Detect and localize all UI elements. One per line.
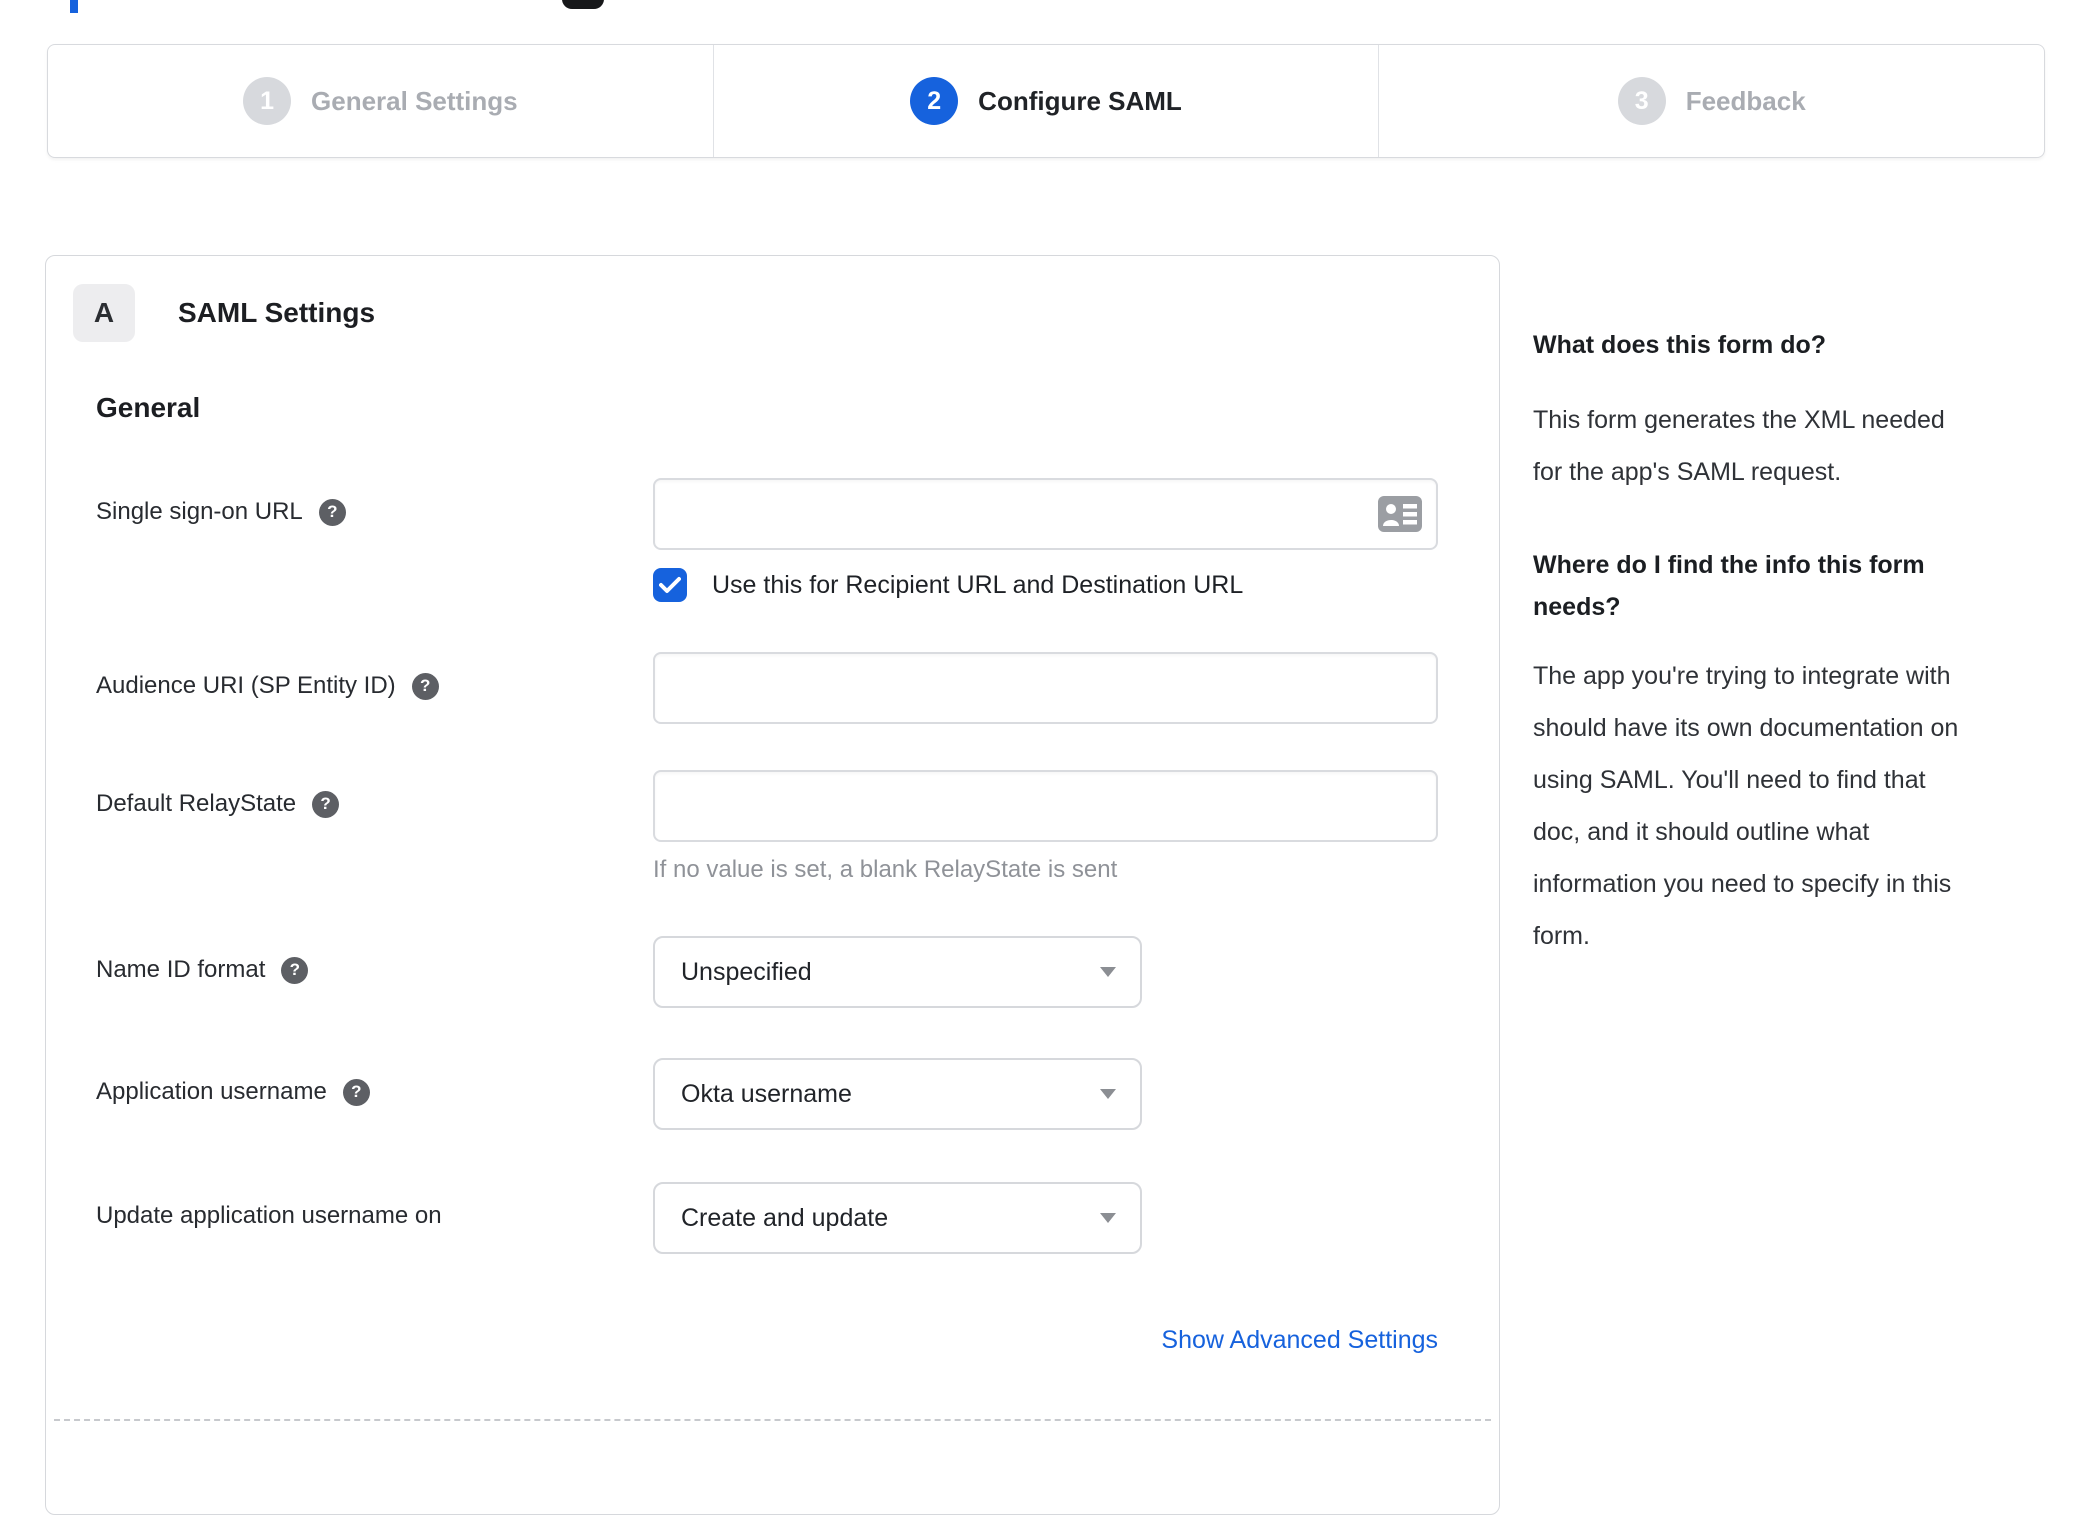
recipient-url-checkbox-label[interactable]: Use this for Recipient URL and Destinati… [712, 571, 1243, 600]
step-1-label: General Settings [311, 85, 518, 116]
step-2-number: 2 [910, 77, 959, 125]
default-relaystate-input[interactable] [653, 770, 1438, 842]
row-default-relaystate: Default RelayState ? [96, 770, 1472, 842]
help-question-2-line: needs? [1533, 593, 1621, 621]
chevron-down-icon [1100, 1089, 1116, 1099]
help-answer-2-line: should have its own documentation on [1533, 714, 1959, 742]
help-answer-2-line: The app you're trying to integrate with [1533, 662, 1951, 690]
help-question-1: What does this form do? [1533, 331, 1827, 359]
appuser-label: Application username [96, 1078, 327, 1105]
help-answer-2-line: using SAML. You'll need to find that [1533, 766, 1926, 794]
relay-label: Default RelayState [96, 790, 297, 817]
saml-settings-panel: A SAML Settings General Single sign-on U… [45, 255, 1500, 1515]
help-answer-1: This form generates the XML needed for t… [1533, 394, 2045, 498]
relay-control [653, 770, 1438, 842]
show-advanced-settings-link[interactable]: Show Advanced Settings [1161, 1326, 1438, 1354]
update-label-cell: Update application username on [96, 1182, 653, 1230]
sso-url-input[interactable] [653, 478, 1438, 550]
step-configure-saml[interactable]: 2 Configure SAML [712, 45, 1379, 157]
cropped-header-icon [562, 0, 604, 9]
cropped-header-accent [70, 0, 78, 13]
sso-label: Single sign-on URL [96, 498, 303, 525]
recipient-url-checkbox-row: Use this for Recipient URL and Destinati… [653, 568, 1472, 602]
audience-help-icon[interactable]: ? [411, 672, 439, 700]
application-username-value: Okta username [681, 1079, 852, 1108]
help-answer-2-line: information you need to specify in this [1533, 870, 1952, 898]
audience-label-cell: Audience URI (SP Entity ID) ? [96, 652, 653, 700]
nameid-control: Unspecified [653, 936, 1142, 1008]
row-update-application-username: Update application username on Create an… [96, 1182, 1472, 1254]
help-sidebar: What does this form do? This form genera… [1533, 330, 2045, 962]
chevron-down-icon [1100, 967, 1116, 977]
nameid-label: Name ID format [96, 956, 266, 983]
row-name-id-format: Name ID format ? Unspecified [96, 936, 1472, 1008]
general-group-heading: General [96, 392, 201, 423]
update-username-value: Create and update [681, 1203, 889, 1232]
row-audience-uri: Audience URI (SP Entity ID) ? [96, 652, 1472, 724]
sso-label-cell: Single sign-on URL ? [96, 478, 653, 526]
chevron-down-icon [1100, 1213, 1116, 1223]
row-application-username: Application username ? Okta username [96, 1058, 1472, 1130]
help-answer-2: The app you're trying to integrate with … [1533, 650, 2045, 962]
nameid-label-cell: Name ID format ? [96, 936, 653, 984]
audience-control [653, 652, 1438, 724]
update-username-select[interactable]: Create and update [653, 1182, 1142, 1254]
audience-uri-input[interactable] [653, 652, 1438, 724]
appuser-label-cell: Application username ? [96, 1058, 653, 1106]
help-answer-2-line: form. [1533, 922, 1590, 950]
dashed-section-divider [54, 1419, 1491, 1421]
step-1-number: 1 [243, 77, 292, 125]
update-control: Create and update [653, 1182, 1142, 1254]
help-question-2: Where do I find the info this form needs… [1533, 544, 2045, 628]
step-general-settings[interactable]: 1 General Settings [48, 45, 713, 157]
relay-help-icon[interactable]: ? [312, 790, 340, 818]
section-header: A SAML Settings [73, 284, 1472, 342]
relay-label-cell: Default RelayState ? [96, 770, 653, 818]
step-2-label: Configure SAML [978, 85, 1182, 116]
recipient-url-checkbox[interactable] [653, 568, 687, 602]
help-question-2-line: Where do I find the info this form [1533, 551, 1925, 579]
appuser-control: Okta username [653, 1058, 1142, 1130]
section-title: SAML Settings [178, 297, 376, 328]
step-feedback[interactable]: 3 Feedback [1378, 45, 2044, 157]
wizard-stepper: 1 General Settings 2 Configure SAML 3 Fe… [47, 44, 2045, 158]
name-id-format-value: Unspecified [681, 957, 812, 986]
relaystate-hint: If no value is set, a blank RelayState i… [653, 856, 1118, 883]
row-single-sign-on-url: Single sign-on URL ? [96, 478, 1472, 550]
checkmark-icon [659, 577, 681, 593]
help-answer-1-line: This form generates the XML needed [1533, 406, 1945, 434]
application-username-select[interactable]: Okta username [653, 1058, 1142, 1130]
contact-card-icon[interactable] [1378, 496, 1422, 532]
step-3-number: 3 [1617, 77, 1666, 125]
help-answer-2-line: doc, and it should outline what [1533, 818, 1870, 846]
advanced-settings-row: Show Advanced Settings [96, 1326, 1438, 1355]
nameid-help-icon[interactable]: ? [281, 956, 309, 984]
appuser-help-icon[interactable]: ? [342, 1078, 370, 1106]
name-id-format-select[interactable]: Unspecified [653, 936, 1142, 1008]
sso-control [653, 478, 1438, 550]
help-answer-1-line: for the app's SAML request. [1533, 458, 1842, 486]
audience-label: Audience URI (SP Entity ID) [96, 672, 396, 699]
step-3-label: Feedback [1685, 85, 1806, 116]
sso-help-icon[interactable]: ? [318, 498, 346, 526]
section-a-badge: A [73, 284, 135, 342]
saml-general-form: General Single sign-on URL ? Use this fo… [96, 392, 1472, 1355]
update-label: Update application username on [96, 1202, 442, 1229]
